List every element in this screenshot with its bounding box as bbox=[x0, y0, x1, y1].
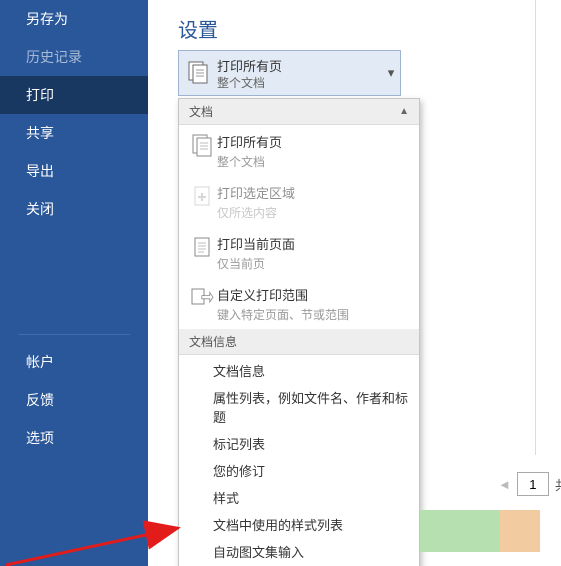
dropdown-line1: 打印所有页 bbox=[217, 58, 382, 75]
chevron-down-icon: ▾ bbox=[382, 65, 400, 81]
settings-heading: 设置 bbox=[148, 0, 218, 53]
backstage-sidebar: 另存为 历史记录 打印 共享 导出 关闭 帐户 反馈 选项 bbox=[0, 0, 148, 566]
preview-color-strip bbox=[420, 510, 540, 552]
sidebar-item-print[interactable]: 打印 bbox=[0, 76, 148, 114]
info-item-autotext-input[interactable]: 自动图文集输入 bbox=[179, 538, 419, 565]
page-prev-icon[interactable]: ◄ bbox=[498, 477, 511, 492]
page-icon bbox=[187, 233, 217, 263]
info-item-revisions[interactable]: 您的修订 bbox=[179, 457, 419, 484]
preview-border bbox=[535, 0, 536, 455]
sidebar-item-close[interactable]: 关闭 bbox=[0, 190, 148, 228]
section-header-docinfo: 文档信息 bbox=[179, 329, 419, 355]
pages-icon bbox=[179, 51, 217, 95]
dropdown-line2: 整个文档 bbox=[217, 75, 382, 92]
sidebar-item-share[interactable]: 共享 bbox=[0, 114, 148, 152]
info-item-styles-used[interactable]: 文档中使用的样式列表 bbox=[179, 511, 419, 538]
section-header-document: 文档 ▲ bbox=[179, 99, 419, 125]
menu-opt-selection[interactable]: 打印选定区域 仅所选内容 bbox=[179, 176, 419, 227]
sidebar-item-export[interactable]: 导出 bbox=[0, 152, 148, 190]
scroll-up-icon[interactable]: ▲ bbox=[399, 106, 409, 117]
info-item-properties[interactable]: 属性列表，例如文件名、作者和标题 bbox=[179, 384, 419, 430]
print-range-dropdown[interactable]: 打印所有页 整个文档 ▾ bbox=[178, 50, 401, 96]
menu-opt-current-page[interactable]: 打印当前页面 仅当前页 bbox=[179, 227, 419, 278]
page-navigator: ◄ 共 bbox=[498, 472, 561, 496]
sidebar-item-saveas[interactable]: 另存为 bbox=[0, 0, 148, 38]
sidebar-item-account[interactable]: 帐户 bbox=[0, 343, 148, 381]
page-total-label: 共 bbox=[555, 475, 561, 494]
page-plus-icon bbox=[187, 182, 217, 212]
menu-opt-all-pages[interactable]: 打印所有页 整个文档 bbox=[179, 125, 419, 176]
info-item-styles[interactable]: 样式 bbox=[179, 484, 419, 511]
page-arrow-icon bbox=[187, 284, 217, 314]
info-item-markup-list[interactable]: 标记列表 bbox=[179, 430, 419, 457]
menu-opt-custom-range[interactable]: 自定义打印范围 键入特定页面、节或范围 bbox=[179, 278, 419, 329]
sidebar-divider bbox=[18, 334, 130, 335]
page-number-input[interactable] bbox=[517, 472, 549, 496]
pages-icon bbox=[187, 131, 217, 161]
print-range-menu: 文档 ▲ 打印所有页 整个文档 打印选定区域 仅所选内容 bbox=[178, 98, 420, 566]
sidebar-item-feedback[interactable]: 反馈 bbox=[0, 381, 148, 419]
sidebar-item-options[interactable]: 选项 bbox=[0, 419, 148, 457]
sidebar-item-history[interactable]: 历史记录 bbox=[0, 38, 148, 76]
info-item-docinfo[interactable]: 文档信息 bbox=[179, 357, 419, 384]
